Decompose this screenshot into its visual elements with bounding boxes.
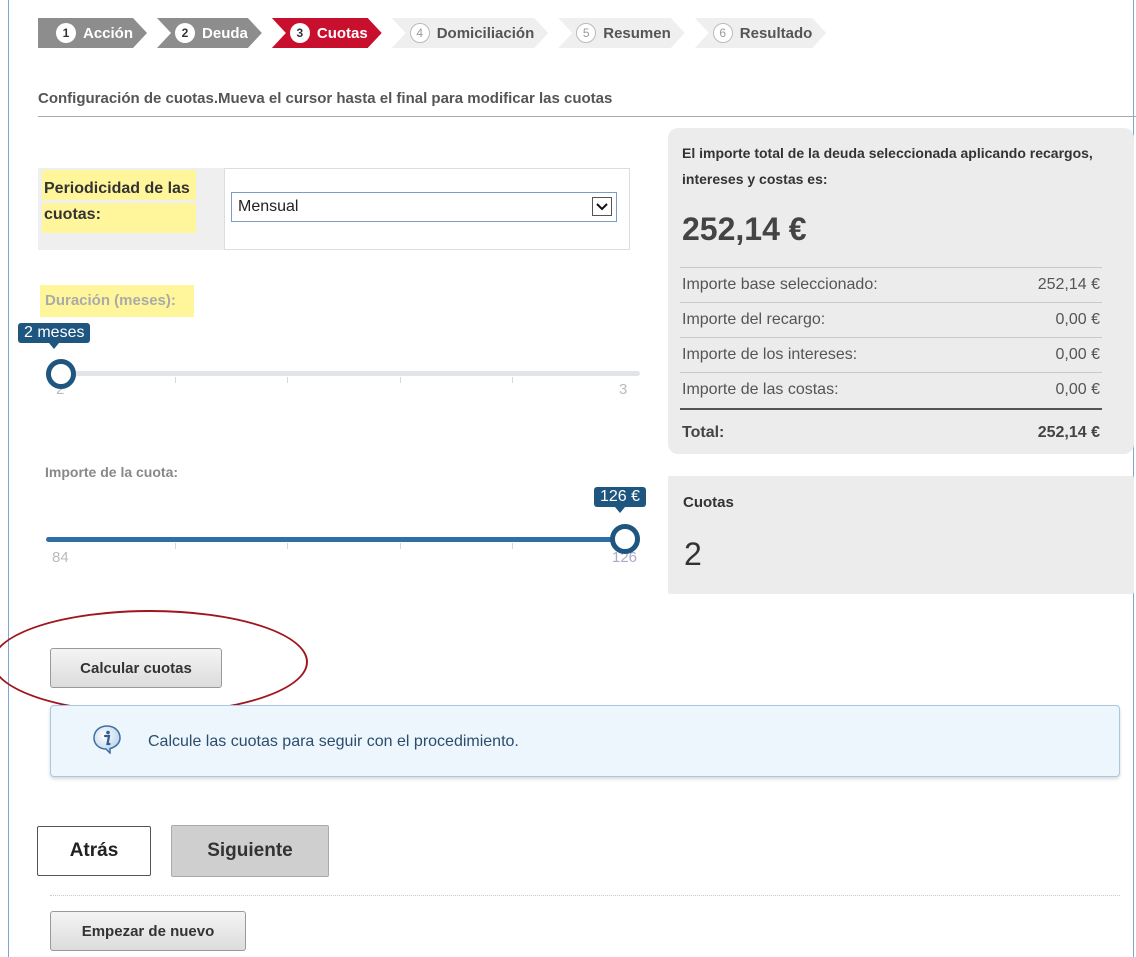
summary-row-value: 0,00 € xyxy=(1055,381,1100,398)
slider-tick xyxy=(175,543,176,549)
summary-row: Importe base seleccionado: 252,14 € xyxy=(680,267,1102,301)
step-number: 6 xyxy=(713,23,733,43)
summary-total-value: 252,14 € xyxy=(1037,424,1100,441)
periodicidad-select[interactable]: Mensual xyxy=(231,192,617,222)
summary-row: Importe de los intereses: 0,00 € xyxy=(680,337,1102,371)
importe-cuota-slider-fill xyxy=(46,537,626,542)
step-number: 3 xyxy=(290,23,310,43)
summary-row-label: Importe del recargo: xyxy=(682,311,826,328)
step-accion[interactable]: 1 Acción xyxy=(38,18,147,48)
slider-tick xyxy=(400,543,401,549)
calcular-cuotas-button[interactable]: Calcular cuotas xyxy=(50,648,222,688)
duracion-max-label: 3 xyxy=(619,381,628,398)
info-icon xyxy=(93,725,121,754)
section-title: Configuración de cuotas.Mueva el cursor … xyxy=(38,90,613,107)
step-number: 1 xyxy=(56,23,76,43)
wizard-steps: 1 Acción 2 Deuda 3 Cuotas 4 Domiciliació… xyxy=(38,18,836,48)
summary-row-value: 0,00 € xyxy=(1055,311,1100,328)
frame-left-border xyxy=(8,0,9,957)
info-message-text: Calcule las cuotas para seguir con el pr… xyxy=(148,733,519,750)
summary-row: Importe de las costas: 0,00 € xyxy=(680,372,1102,406)
step-label: Resultado xyxy=(739,24,813,42)
dotted-divider xyxy=(50,895,1120,896)
cuotas-value: 2 xyxy=(684,536,702,572)
step-label: Domiciliación xyxy=(436,24,535,42)
step-resultado: 6 Resultado xyxy=(695,18,827,48)
summary-total-label: Total: xyxy=(682,424,725,441)
duracion-tooltip: 2 meses xyxy=(18,323,91,349)
duracion-slider-track[interactable] xyxy=(46,371,640,376)
step-resumen: 5 Resumen xyxy=(558,18,685,48)
step-label: Resumen xyxy=(603,24,671,42)
summary-row-label: Importe de los intereses: xyxy=(682,346,858,363)
duracion-label: Duración (meses): xyxy=(45,292,176,309)
step-number: 4 xyxy=(410,23,430,43)
summary-row-label: Importe de las costas: xyxy=(682,381,839,398)
slider-tick xyxy=(400,377,401,383)
slider-tick xyxy=(287,543,288,549)
step-label: Cuotas xyxy=(316,24,368,42)
siguiente-button[interactable]: Siguiente xyxy=(171,825,329,877)
empezar-de-nuevo-button[interactable]: Empezar de nuevo xyxy=(50,911,246,951)
step-domiciliacion: 4 Domiciliación xyxy=(392,18,549,48)
chevron-down-icon[interactable] xyxy=(592,197,612,216)
summary-row-value: 252,14 € xyxy=(1037,276,1100,293)
periodicidad-selected-value: Mensual xyxy=(238,198,299,215)
slider-tick xyxy=(512,377,513,383)
summary-row: Importe del recargo: 0,00 € xyxy=(680,302,1102,336)
summary-row-label: Importe base seleccionado: xyxy=(682,276,878,293)
importe-cuota-slider-handle[interactable] xyxy=(610,524,640,554)
slider-tick xyxy=(287,377,288,383)
step-cuotas[interactable]: 3 Cuotas xyxy=(272,18,382,48)
step-deuda[interactable]: 2 Deuda xyxy=(157,18,262,48)
step-label: Deuda xyxy=(202,24,248,42)
importe-cuota-tooltip: 126 € xyxy=(594,487,647,513)
slider-tick xyxy=(512,543,513,549)
importe-cuota-label: Importe de la cuota: xyxy=(45,464,179,480)
importe-cuota-min-label: 84 xyxy=(52,549,69,566)
step-number: 5 xyxy=(576,23,596,43)
cuotas-panel xyxy=(668,476,1134,594)
cuotas-title: Cuotas xyxy=(683,494,734,511)
summary-total-amount: 252,14 € xyxy=(682,211,807,247)
summary-row-value: 0,00 € xyxy=(1055,346,1100,363)
step-label: Acción xyxy=(83,24,134,42)
summary-total-row: Total: 252,14 € xyxy=(680,408,1102,448)
atras-button[interactable]: Atrás xyxy=(37,826,151,876)
duracion-slider-handle[interactable] xyxy=(46,359,76,389)
step-number: 2 xyxy=(175,23,195,43)
slider-tick xyxy=(175,377,176,383)
summary-intro: El importe total de la deuda seleccionad… xyxy=(682,145,1093,187)
periodicidad-label: Periodicidad de las cuotas: xyxy=(44,180,190,223)
section-divider xyxy=(38,116,1136,117)
